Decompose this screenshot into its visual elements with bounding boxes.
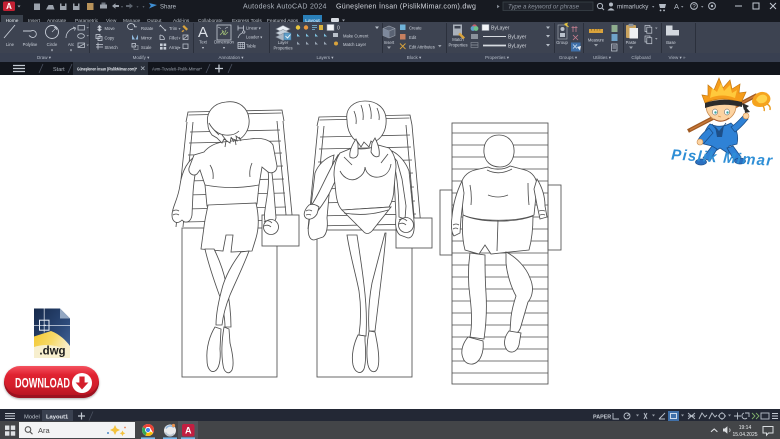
svg-text:PAPER: PAPER xyxy=(593,414,611,420)
svg-text:Ara: Ara xyxy=(38,426,51,435)
svg-text:Edit Attributes: Edit Attributes xyxy=(409,45,435,50)
svg-text:ByLayer: ByLayer xyxy=(508,35,527,41)
svg-text:Trim: Trim xyxy=(169,26,178,31)
svg-text:Text: Text xyxy=(199,40,208,45)
svg-text:.dwg: .dwg xyxy=(39,346,65,358)
svg-text:Move: Move xyxy=(105,26,116,31)
svg-text:Properties: Properties xyxy=(448,43,467,48)
svg-text:Group: Group xyxy=(556,40,568,45)
svg-text:Avm-Tuvaleti-Pislik-Mimar*: Avm-Tuvaleti-Pislik-Mimar* xyxy=(152,67,202,72)
svg-text:Fillet: Fillet xyxy=(169,36,179,41)
svg-text:Mirror: Mirror xyxy=(141,36,153,41)
svg-text:Groups ▾: Groups ▾ xyxy=(559,55,578,60)
svg-text:Polyline: Polyline xyxy=(23,42,38,47)
svg-text:▾: ▾ xyxy=(51,48,53,53)
svg-text:Layout1: Layout1 xyxy=(46,414,69,420)
svg-text:Draw ▾: Draw ▾ xyxy=(37,55,52,60)
svg-text:Match Layer: Match Layer xyxy=(343,42,367,47)
svg-text:Modify ▾: Modify ▾ xyxy=(133,55,151,60)
svg-text:?: ? xyxy=(692,5,696,11)
svg-text:Circle: Circle xyxy=(47,42,58,47)
svg-text:▾: ▾ xyxy=(70,48,72,53)
svg-text:ByLayer: ByLayer xyxy=(491,26,510,32)
svg-text:Güneşlenen İnsan (PislikMimar.: Güneşlenen İnsan (PislikMimar.com)* xyxy=(77,67,137,72)
svg-text:View ▾ »: View ▾ » xyxy=(669,55,686,60)
svg-text:Layer: Layer xyxy=(278,40,289,45)
svg-text:Arc: Arc xyxy=(68,42,74,47)
svg-text:Start: Start xyxy=(53,67,65,73)
svg-text:ByLayer: ByLayer xyxy=(508,44,527,50)
svg-text:Base: Base xyxy=(666,40,676,45)
svg-text:19:14: 19:14 xyxy=(739,425,752,431)
svg-text:▾: ▾ xyxy=(179,26,181,31)
svg-text:Utilities ▾: Utilities ▾ xyxy=(593,55,612,60)
svg-text:Dimension: Dimension xyxy=(214,40,234,45)
svg-text:Annotation ▾: Annotation ▾ xyxy=(218,55,244,60)
svg-text:Model: Model xyxy=(24,414,40,420)
svg-text:Paste: Paste xyxy=(626,40,637,45)
svg-text:Pislik Mimar: Pislik Mimar xyxy=(671,147,774,170)
svg-text:Copy: Copy xyxy=(105,36,116,41)
svg-text:Linear ▾: Linear ▾ xyxy=(246,26,261,31)
svg-text:Type a keyword or phrase: Type a keyword or phrase xyxy=(508,4,580,11)
svg-text:Match: Match xyxy=(452,37,464,42)
svg-text:▾: ▾ xyxy=(202,45,204,50)
svg-text:Line: Line xyxy=(6,42,15,47)
svg-text:A: A xyxy=(198,24,208,41)
svg-text:▾: ▾ xyxy=(179,36,181,41)
svg-text:▾: ▾ xyxy=(223,45,225,50)
svg-text:0: 0 xyxy=(337,26,340,32)
svg-text:Scale: Scale xyxy=(141,45,152,50)
svg-text:DOWNLOAD: DOWNLOAD xyxy=(15,376,70,391)
svg-text:15.04.2025: 15.04.2025 xyxy=(732,432,757,438)
svg-text:A: A xyxy=(6,2,12,11)
svg-text:Layers ▾: Layers ▾ xyxy=(316,55,334,60)
svg-text:Measure: Measure xyxy=(588,38,605,43)
svg-text:Rotate: Rotate xyxy=(141,26,154,31)
svg-text:Create: Create xyxy=(409,26,422,31)
svg-text:Autodesk AutoCAD 2024: Autodesk AutoCAD 2024 xyxy=(243,4,327,11)
svg-text:▾: ▾ xyxy=(179,45,181,50)
svg-text:Properties ▾: Properties ▾ xyxy=(485,55,510,60)
svg-text:Stretch: Stretch xyxy=(105,45,119,50)
svg-text:Güneşlenen İnsan (PislikMimar.: Güneşlenen İnsan (PislikMimar.com).dwg xyxy=(336,2,476,11)
svg-text:Table: Table xyxy=(246,44,257,49)
svg-text:Edit: Edit xyxy=(409,35,417,40)
svg-text:Block ▾: Block ▾ xyxy=(407,55,422,60)
svg-text:Properties: Properties xyxy=(273,46,292,51)
svg-text:Insert: Insert xyxy=(384,40,395,45)
svg-text:mimarlucky: mimarlucky xyxy=(617,4,649,11)
svg-text:A: A xyxy=(674,2,679,11)
svg-text:Make Current: Make Current xyxy=(343,34,369,39)
svg-text:Clipboard: Clipboard xyxy=(631,55,651,60)
svg-text:Share: Share xyxy=(160,5,177,11)
svg-text:A: A xyxy=(185,426,192,436)
svg-text:Leader ▾: Leader ▾ xyxy=(246,35,262,40)
